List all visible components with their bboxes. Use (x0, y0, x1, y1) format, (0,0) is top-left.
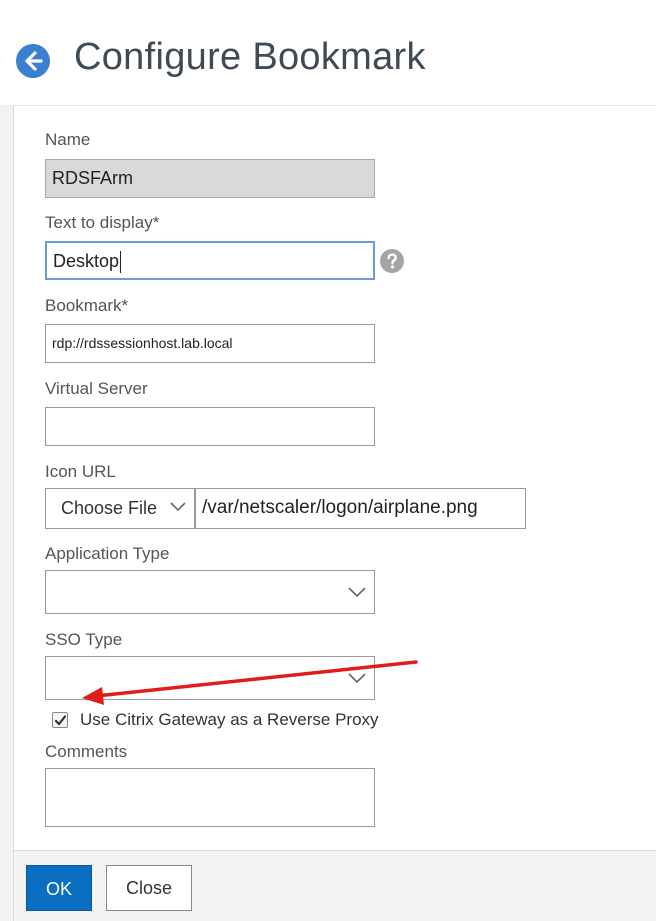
chevron-down-icon (170, 502, 186, 512)
text-cursor (120, 251, 122, 274)
icon-url-path-field[interactable]: /var/netscaler/logon/airplane.png (195, 488, 526, 529)
application-type-select[interactable] (45, 570, 375, 614)
virtual-server-field[interactable] (45, 407, 375, 446)
virtual-server-label: Virtual Server (45, 379, 148, 398)
sso-type-label: SSO Type (45, 630, 123, 649)
bookmark-field[interactable]: rdp://rdssessionhost.lab.local (45, 324, 375, 363)
text-to-display-field[interactable]: Desktop (45, 241, 375, 280)
help-icon[interactable] (380, 249, 404, 273)
page-header: Configure Bookmark (0, 0, 656, 105)
ok-button[interactable]: OK (26, 865, 92, 911)
choose-file-button[interactable]: Choose File (45, 488, 195, 529)
sso-type-select[interactable] (45, 656, 375, 700)
choose-file-label: Choose File (61, 498, 158, 518)
text-to-display-value: Desktop (53, 251, 120, 271)
application-type-label: Application Type (45, 544, 170, 563)
page-title: Configure Bookmark (74, 36, 426, 78)
close-button[interactable]: Close (106, 865, 192, 911)
comments-label: Comments (45, 742, 128, 761)
bookmark-label: Bookmark* (45, 296, 129, 315)
name-label: Name (45, 130, 91, 149)
name-field: RDSFArm (45, 159, 375, 198)
chevron-down-icon (348, 673, 366, 684)
reverse-proxy-label[interactable]: Use Citrix Gateway as a Reverse Proxy (80, 710, 379, 730)
text-to-display-label: Text to display* (45, 213, 160, 232)
icon-url-label: Icon URL (45, 462, 116, 481)
checkmark-icon (54, 715, 67, 726)
comments-textarea[interactable] (45, 768, 375, 827)
chevron-down-icon (348, 587, 366, 598)
back-arrow-icon[interactable] (16, 44, 50, 78)
reverse-proxy-checkbox[interactable] (52, 712, 68, 728)
